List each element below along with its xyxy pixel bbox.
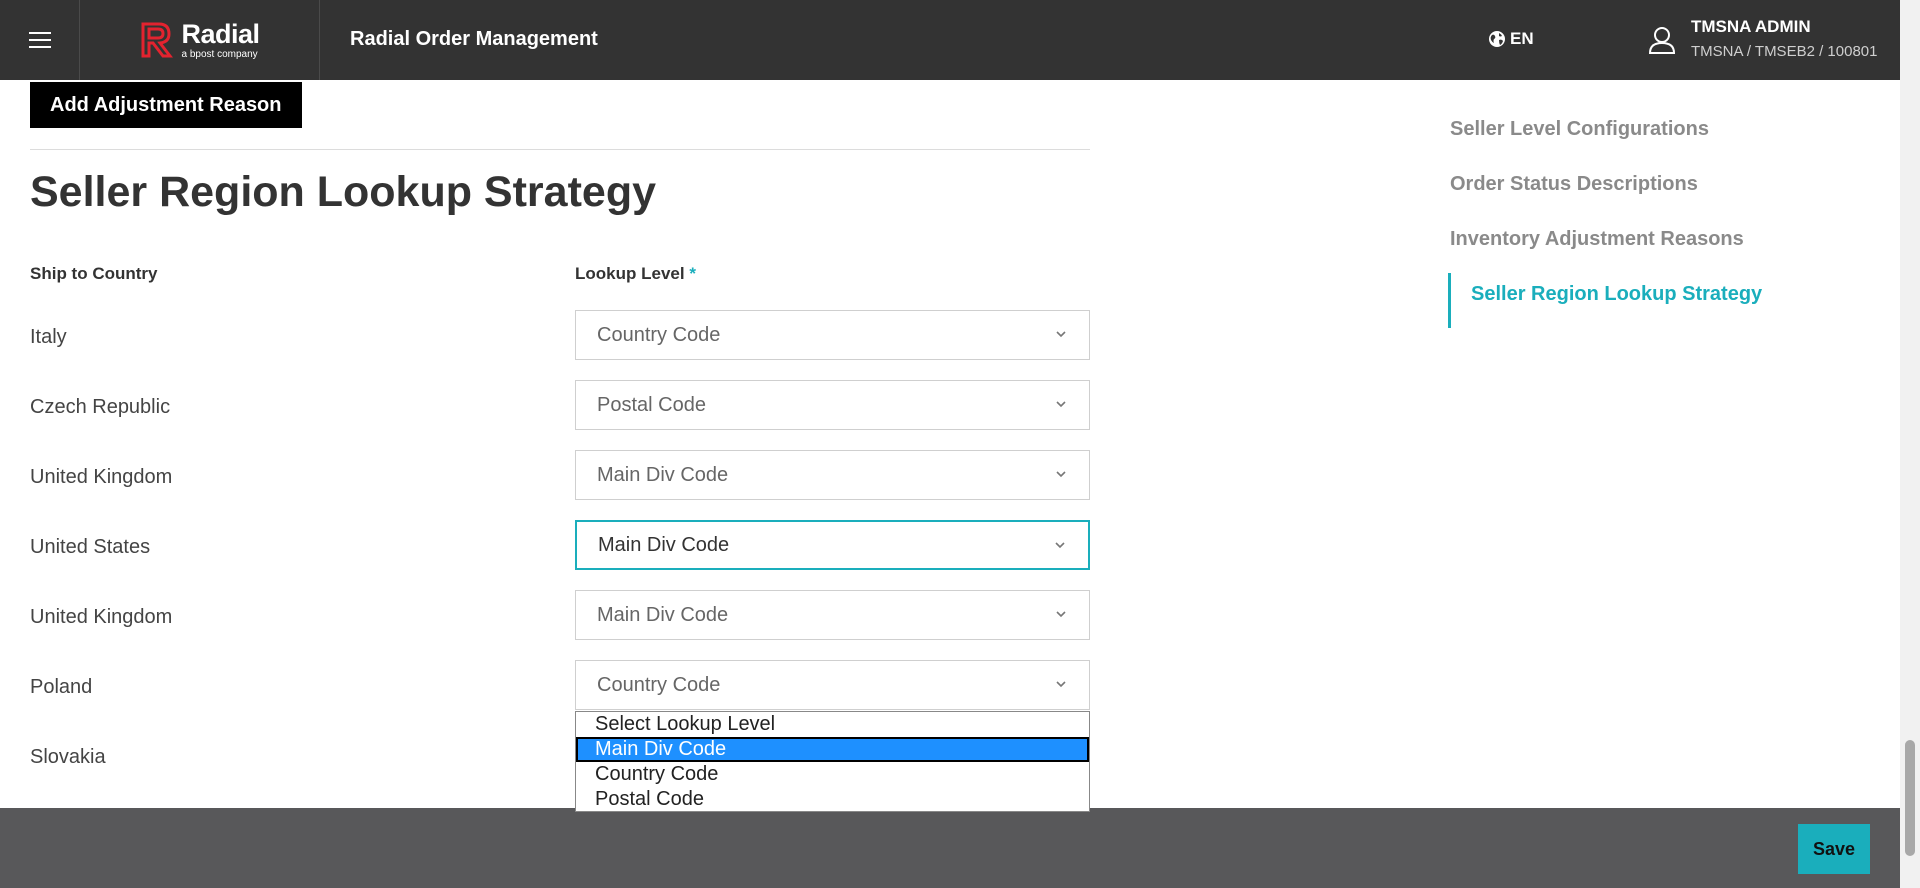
country-label: Czech Republic <box>30 396 171 418</box>
nav-order-status-descriptions[interactable]: Order Status Descriptions <box>1448 163 1762 218</box>
nav-seller-region-lookup-strategy[interactable]: Seller Region Lookup Strategy <box>1448 273 1762 328</box>
lookup-level-select[interactable]: Main Div Code <box>575 590 1090 640</box>
select-value: Country Code <box>597 673 721 696</box>
dropdown-option[interactable]: Select Lookup Level <box>576 712 1089 737</box>
country-label: Slovakia <box>30 746 106 768</box>
footer-bar <box>0 808 1900 888</box>
brand-logo[interactable]: Radial a bpost company <box>80 0 320 80</box>
chevron-down-icon <box>1056 471 1066 478</box>
country-label: United States <box>30 536 151 558</box>
country-label: United Kingdom <box>30 606 173 628</box>
select-value: Main Div Code <box>597 603 729 626</box>
chevron-down-icon <box>1056 681 1066 688</box>
app-title: Radial Order Management <box>350 28 598 50</box>
lookup-level-select[interactable]: Country Code <box>575 310 1090 360</box>
dropdown-option[interactable]: Country Code <box>576 762 1089 787</box>
top-header: Radial a bpost company Radial Order Mana… <box>0 0 1900 80</box>
ship-to-country-header: Ship to Country <box>30 264 158 283</box>
chevron-down-icon <box>1056 331 1066 338</box>
hamburger-icon <box>28 32 51 48</box>
chevron-down-icon <box>1056 401 1066 408</box>
chevron-down-icon <box>1056 611 1066 618</box>
country-label: Poland <box>30 676 93 698</box>
select-value: Postal Code <box>597 393 706 416</box>
add-adjustment-reason-button[interactable]: Add Adjustment Reason <box>30 82 302 128</box>
select-value: Main Div Code <box>598 533 730 556</box>
page-title: Seller Region Lookup Strategy <box>30 168 656 216</box>
page-scrollbar[interactable] <box>1900 0 1920 888</box>
lookup-level-select[interactable]: Main Div Code <box>575 450 1090 500</box>
language-label: EN <box>1510 29 1534 48</box>
globe-icon <box>1489 31 1505 47</box>
lookup-level-select[interactable]: Postal Code <box>575 380 1090 430</box>
lookup-level-select-open[interactable]: Country Code <box>575 660 1090 710</box>
config-side-nav: Seller Level Configurations Order Status… <box>1448 108 1762 328</box>
language-selector[interactable]: EN <box>1488 29 1534 49</box>
lookup-level-header-label: Lookup Level <box>575 264 685 283</box>
lookup-level-header: Lookup Level * <box>575 264 696 284</box>
country-label: Italy <box>30 326 67 348</box>
nav-inventory-adjustment-reasons[interactable]: Inventory Adjustment Reasons <box>1448 218 1762 273</box>
hamburger-menu-button[interactable] <box>0 0 80 80</box>
dropdown-option[interactable]: Postal Code <box>576 787 1089 812</box>
section-divider <box>30 149 1090 150</box>
radial-logo-icon <box>141 22 174 58</box>
required-asterisk: * <box>689 264 696 283</box>
user-org-path: TMSNA / TMSEB2 / 100801 <box>1691 43 1878 60</box>
chevron-down-icon <box>1055 542 1065 549</box>
select-value: Main Div Code <box>597 463 729 486</box>
lookup-level-select-focused[interactable]: Main Div Code <box>575 520 1090 570</box>
select-value: Country Code <box>597 323 721 346</box>
lookup-level-options-list: Select Lookup Level Main Div Code Countr… <box>575 711 1090 812</box>
save-button[interactable]: Save <box>1798 824 1870 874</box>
scrollbar-thumb[interactable] <box>1905 740 1915 856</box>
country-label: United Kingdom <box>30 466 173 488</box>
brand-subtitle: a bpost company <box>181 48 258 60</box>
user-icon[interactable] <box>1648 25 1676 55</box>
user-name: TMSNA ADMIN <box>1691 17 1811 36</box>
dropdown-option-highlighted[interactable]: Main Div Code <box>576 737 1089 762</box>
nav-seller-level-configurations[interactable]: Seller Level Configurations <box>1448 108 1762 163</box>
brand-name: Radial <box>181 18 260 49</box>
